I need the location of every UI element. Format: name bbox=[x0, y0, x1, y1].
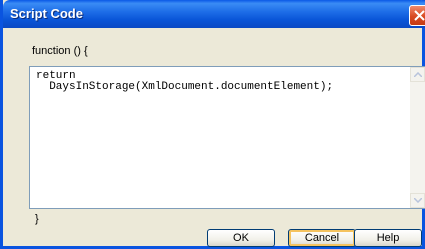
ok-button[interactable]: OK bbox=[207, 229, 275, 247]
script-code-editor[interactable]: return DaysInStorage(XmlDocument.documen… bbox=[29, 66, 425, 209]
function-header-label: function () { bbox=[32, 45, 88, 57]
scroll-down-arrow-icon bbox=[414, 198, 422, 203]
scroll-up-arrow-icon bbox=[414, 72, 422, 77]
function-footer-label: } bbox=[35, 213, 39, 225]
close-button[interactable] bbox=[409, 5, 425, 26]
scroll-up-button[interactable] bbox=[410, 67, 425, 82]
script-code-dialog: Script Code function () { return DaysInS… bbox=[0, 0, 425, 249]
title-bar[interactable]: Script Code bbox=[3, 0, 425, 28]
window-title: Script Code bbox=[10, 6, 83, 21]
cancel-button[interactable]: Cancel bbox=[288, 229, 356, 247]
help-button[interactable]: Help bbox=[354, 229, 422, 247]
scroll-down-button[interactable] bbox=[410, 193, 425, 208]
vertical-scrollbar[interactable] bbox=[410, 67, 425, 208]
script-code-text[interactable]: return DaysInStorage(XmlDocument.documen… bbox=[36, 71, 333, 93]
close-icon bbox=[414, 10, 425, 21]
